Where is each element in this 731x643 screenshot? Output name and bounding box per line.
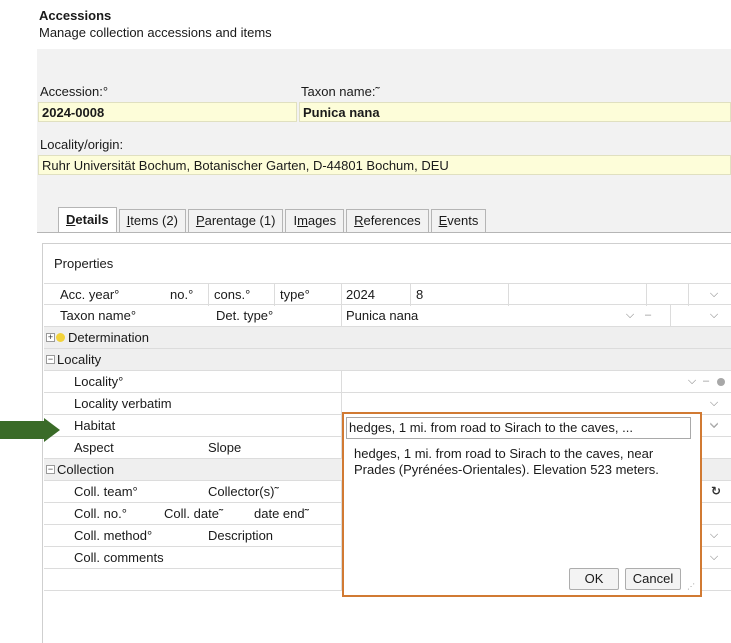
- coll-date-label: Coll. date˜: [164, 506, 224, 521]
- locality-origin-label: Locality/origin:: [40, 137, 124, 152]
- minus-box-icon[interactable]: −: [46, 355, 55, 364]
- row-acc-year: Acc. year° no.° cons.° type° 2024 8 ⌵: [44, 283, 731, 306]
- locality-verbatim-summary[interactable]: hedges, 1 mi. from road to Sirach to the…: [346, 417, 691, 439]
- yellow-dot-icon: [56, 333, 65, 342]
- det-type-label: Det. type°: [216, 308, 274, 323]
- tab-images[interactable]: Images: [285, 209, 345, 233]
- taxon-field[interactable]: Punica nana: [299, 102, 731, 122]
- locality-group-label: Locality: [57, 352, 102, 367]
- page-title: Accessions: [39, 8, 112, 23]
- acc-year-label: Acc. year°: [60, 287, 120, 302]
- taxon-label: Taxon name:˜: [301, 84, 380, 99]
- acc-year-value[interactable]: 2024: [346, 284, 375, 306]
- description-label: Description: [208, 528, 274, 543]
- tab-parentage[interactable]: Parentage (1): [187, 209, 284, 233]
- resize-grip-icon[interactable]: ⋰: [687, 582, 696, 591]
- chevron-down-icon[interactable]: ⌵: [706, 393, 722, 415]
- accession-field[interactable]: 2024-0008: [38, 102, 297, 122]
- habitat-label: Habitat: [74, 418, 116, 433]
- tab-details[interactable]: Details: [58, 207, 117, 233]
- pointer-arrow-icon: [0, 418, 60, 442]
- locality-label: Locality°: [74, 374, 124, 389]
- accession-label: Accession:°: [40, 84, 109, 99]
- row-locality-group[interactable]: − Locality: [44, 349, 731, 371]
- no-label: no.°: [170, 287, 194, 302]
- locality-verbatim-label: Locality verbatim: [74, 396, 172, 411]
- refresh-icon[interactable]: ↻: [709, 484, 723, 498]
- chevron-down-icon[interactable]: ⌵: [684, 371, 700, 393]
- properties-title: Properties: [54, 256, 114, 271]
- row-determination-group[interactable]: + Determination: [44, 327, 731, 349]
- cancel-button[interactable]: Cancel: [625, 568, 681, 590]
- collectors-label: Collector(s)˜: [208, 484, 279, 499]
- aspect-label: Aspect: [74, 440, 114, 455]
- coll-method-label: Coll. method°: [74, 528, 153, 543]
- slope-label: Slope: [208, 440, 242, 455]
- acc-no-value[interactable]: 8: [416, 284, 423, 306]
- minus-box-icon[interactable]: −: [46, 465, 55, 474]
- row-taxon-name: Taxon name° Det. type° Punica nana ⌵ – ⌵: [44, 305, 731, 327]
- coll-no-label: Coll. no.°: [74, 506, 127, 521]
- status-dot-icon: [717, 378, 725, 386]
- ok-button[interactable]: OK: [569, 568, 619, 590]
- locality-verbatim-textarea[interactable]: hedges, 1 mi. from road to Sirach to the…: [346, 442, 691, 562]
- chevron-down-icon[interactable]: ⌵: [706, 414, 722, 436]
- taxon-name-label: Taxon name°: [60, 308, 137, 323]
- taxon-name-value[interactable]: Punica nana: [346, 305, 418, 327]
- clear-icon[interactable]: –: [642, 305, 654, 327]
- clear-icon[interactable]: –: [700, 371, 712, 393]
- chevron-down-icon[interactable]: ⌵: [706, 305, 722, 327]
- tab-items[interactable]: Items (2): [118, 209, 186, 233]
- row-locality: Locality° ⌵ –: [44, 371, 731, 393]
- tab-bar: Details Items (2) Parentage (1) Images R…: [58, 207, 488, 233]
- date-end-label: date end˜: [254, 506, 309, 521]
- chevron-down-icon[interactable]: ⌵: [706, 547, 722, 569]
- coll-comments-label: Coll. comments: [74, 550, 164, 565]
- cons-label: cons.°: [214, 287, 251, 302]
- determination-group-label: Determination: [68, 330, 149, 345]
- plus-box-icon[interactable]: +: [46, 333, 55, 342]
- chevron-down-icon[interactable]: ⌵: [706, 284, 722, 306]
- tab-references[interactable]: References: [346, 209, 429, 233]
- locality-verbatim-editor-popup: hedges, 1 mi. from road to Sirach to the…: [342, 412, 702, 597]
- chevron-down-icon[interactable]: ⌵: [622, 305, 638, 327]
- page-subtitle: Manage collection accessions and items: [39, 25, 272, 40]
- chevron-down-icon[interactable]: ⌵: [706, 525, 722, 547]
- type-label: type°: [280, 287, 310, 302]
- coll-team-label: Coll. team°: [74, 484, 138, 499]
- tab-events[interactable]: Events: [430, 209, 487, 233]
- collection-group-label: Collection: [57, 462, 115, 477]
- locality-origin-field[interactable]: Ruhr Universität Bochum, Botanischer Gar…: [38, 155, 731, 175]
